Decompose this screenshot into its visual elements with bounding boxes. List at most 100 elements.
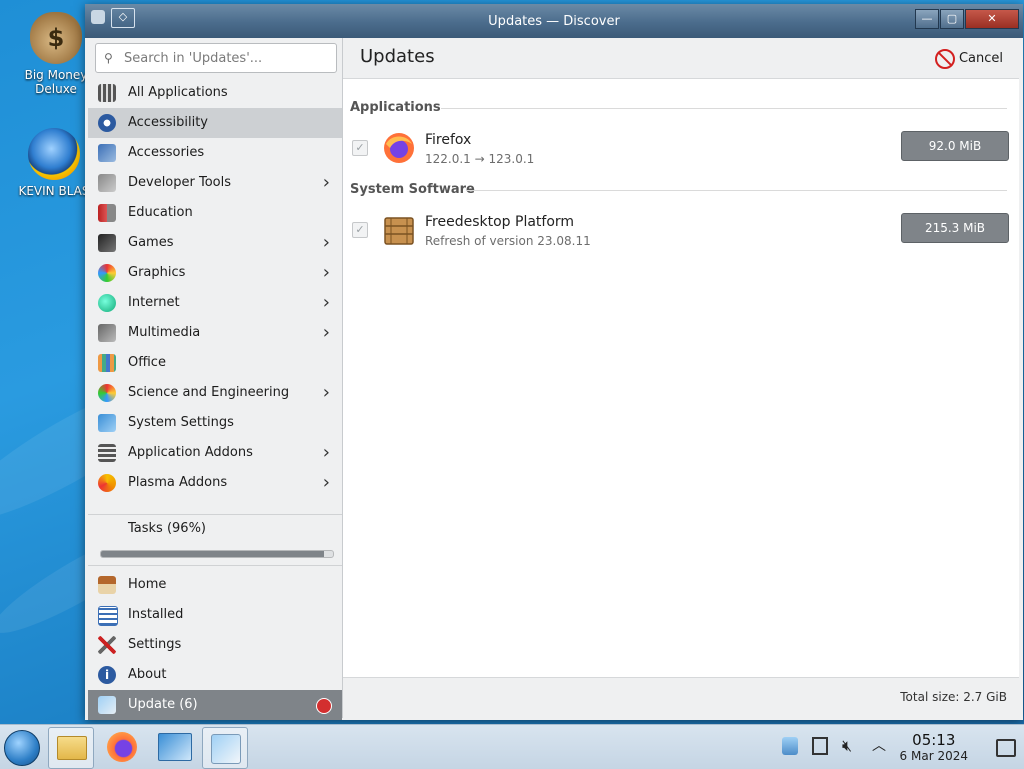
sidebar-item-graphics[interactable]: Graphics › <box>88 258 342 288</box>
sidebar-item-developer-tools[interactable]: Developer Tools › <box>88 168 342 198</box>
desktop-icon-big-money[interactable]: $ Big Money Deluxe <box>16 12 96 96</box>
start-menu-button[interactable] <box>4 730 40 766</box>
sidebar-item-label: Plasma Addons <box>128 475 228 490</box>
plasma-icon <box>98 474 116 492</box>
nav-label: Settings <box>128 637 182 652</box>
sidebar-item-games[interactable]: Games › <box>88 228 342 258</box>
taskbar-discover[interactable] <box>202 727 248 769</box>
minimize-button[interactable]: — <box>915 9 939 29</box>
desktop-icon-label: KEVIN BLAS <box>18 184 90 198</box>
digital-clock[interactable]: 05:13 6 Mar 2024 <box>900 731 968 763</box>
sidebar-item-label: Office <box>128 355 166 370</box>
desktop-icon-kevin-blaster[interactable]: KEVIN BLAS <box>14 128 94 198</box>
search-box[interactable]: ⚲ <box>95 43 337 73</box>
sidebar-item-label: Multimedia <box>128 325 201 340</box>
total-size: Total size: 2.7 GiB <box>900 690 1007 704</box>
sidebar-item-label: Internet <box>128 295 180 310</box>
chevron-right-icon: › <box>322 382 330 403</box>
sidebar-item-accessories[interactable]: Accessories <box>88 138 342 168</box>
sidebar-divider <box>88 565 342 566</box>
office-icon <box>98 354 116 372</box>
update-size-button[interactable]: 215.3 MiB <box>901 213 1009 243</box>
nav-label: Update (6) <box>128 697 198 712</box>
games-icon <box>98 234 116 252</box>
window-title: Updates — Discover <box>488 14 620 29</box>
cancel-button[interactable]: Cancel <box>934 48 1003 70</box>
update-size-button[interactable]: 92.0 MiB <box>901 131 1009 161</box>
window-titlebar[interactable]: ◇ Updates — Discover — ▢ ✕ <box>85 4 1023 38</box>
folder-icon <box>57 736 87 760</box>
maximize-button[interactable]: ▢ <box>940 9 964 29</box>
education-icon <box>98 204 116 222</box>
chevron-right-icon: › <box>322 472 330 493</box>
taskbar-file-manager[interactable] <box>48 727 94 769</box>
chevron-right-icon: › <box>322 442 330 463</box>
sidebar-item-label: System Settings <box>128 415 234 430</box>
sidebar-item-education[interactable]: Education <box>88 198 342 228</box>
update-notifier-tray-icon[interactable] <box>782 737 798 755</box>
sidebar-item-label: Science and Engineering <box>128 385 290 400</box>
main-panel: Updates Cancel Applications ✓ Firefox 12… <box>343 38 1019 718</box>
firefox-icon <box>107 732 137 762</box>
taskbar: 🔇︎ ︿ 05:13 6 Mar 2024 <box>0 724 1024 769</box>
section-divider <box>441 108 1007 109</box>
sidebar-item-label: Accessories <box>128 145 205 160</box>
home-icon <box>98 576 116 594</box>
nav-about[interactable]: i About <box>88 660 342 690</box>
taskbar-firefox[interactable] <box>100 727 144 767</box>
info-icon: i <box>98 666 116 684</box>
update-checkbox[interactable]: ✓ <box>352 140 368 156</box>
nav-home[interactable]: Home <box>88 570 342 600</box>
update-version: 122.0.1 → 123.0.1 <box>425 152 535 166</box>
chevron-right-icon: › <box>322 292 330 313</box>
sidebar-item-all-applications[interactable]: All Applications <box>88 78 342 108</box>
sidebar-item-multimedia[interactable]: Multimedia › <box>88 318 342 348</box>
show-desktop-icon[interactable] <box>996 739 1016 757</box>
discover-icon <box>211 734 241 764</box>
sidebar-item-accessibility[interactable]: Accessibility <box>88 108 342 138</box>
sidebar-item-science[interactable]: Science and Engineering › <box>88 378 342 408</box>
main-header: Updates Cancel <box>343 38 1019 79</box>
sidebar-item-plasma-addons[interactable]: Plasma Addons › <box>88 468 342 498</box>
nav-settings[interactable]: Settings <box>88 630 342 660</box>
chevron-right-icon: › <box>322 262 330 283</box>
tasks-label[interactable]: Tasks (96%) <box>128 521 206 536</box>
sidebar-item-system-settings[interactable]: System Settings <box>88 408 342 438</box>
system-settings-icon <box>98 414 116 432</box>
sidebar-item-label: Application Addons <box>128 445 253 460</box>
update-checkbox[interactable]: ✓ <box>352 222 368 238</box>
sidebar-item-office[interactable]: Office <box>88 348 342 378</box>
chevron-right-icon: › <box>322 172 330 193</box>
cancel-icon <box>934 49 955 69</box>
sidebar-item-label: Accessibility <box>128 115 208 130</box>
discover-window: ◇ Updates — Discover — ▢ ✕ ⚲ All Applica… <box>85 4 1023 720</box>
update-item-firefox[interactable]: ✓ Firefox 122.0.1 → 123.0.1 92.0 MiB <box>343 128 1019 178</box>
taskbar-system-settings[interactable] <box>152 727 196 767</box>
installed-list-icon <box>98 606 118 626</box>
money-bag-icon: $ <box>30 12 82 64</box>
close-button[interactable]: ✕ <box>965 9 1019 29</box>
main-footer: Total size: 2.7 GiB <box>343 677 1019 718</box>
muted-volume-tray-icon[interactable]: 🔇︎ <box>842 737 858 755</box>
search-input[interactable] <box>122 48 332 68</box>
update-app-name: Freedesktop Platform <box>425 214 575 230</box>
sidebar-item-internet[interactable]: Internet › <box>88 288 342 318</box>
nav-label: Home <box>128 577 167 592</box>
cancel-label: Cancel <box>958 51 1003 66</box>
update-item-freedesktop-platform[interactable]: ✓ Freedesktop Platform Refresh of versio… <box>343 210 1019 260</box>
nav-installed[interactable]: Installed <box>88 600 342 630</box>
clipboard-tray-icon[interactable] <box>812 737 828 755</box>
sidebar-item-label: Games <box>128 235 174 250</box>
section-divider <box>467 190 1007 191</box>
nav-label: About <box>128 667 167 682</box>
sidebar-item-application-addons[interactable]: Application Addons › <box>88 438 342 468</box>
sidebar-nav: Home Installed Settings i About Update (… <box>88 570 342 720</box>
grid-icon <box>98 84 116 102</box>
sun-globe-icon <box>28 128 80 180</box>
firefox-icon <box>383 132 415 164</box>
nav-update[interactable]: Update (6) <box>88 690 342 720</box>
tasks-progress-fill <box>101 551 324 557</box>
package-crate-icon <box>383 214 415 246</box>
chevron-up-icon[interactable]: ︿ <box>872 737 888 755</box>
chevron-right-icon: › <box>322 322 330 343</box>
